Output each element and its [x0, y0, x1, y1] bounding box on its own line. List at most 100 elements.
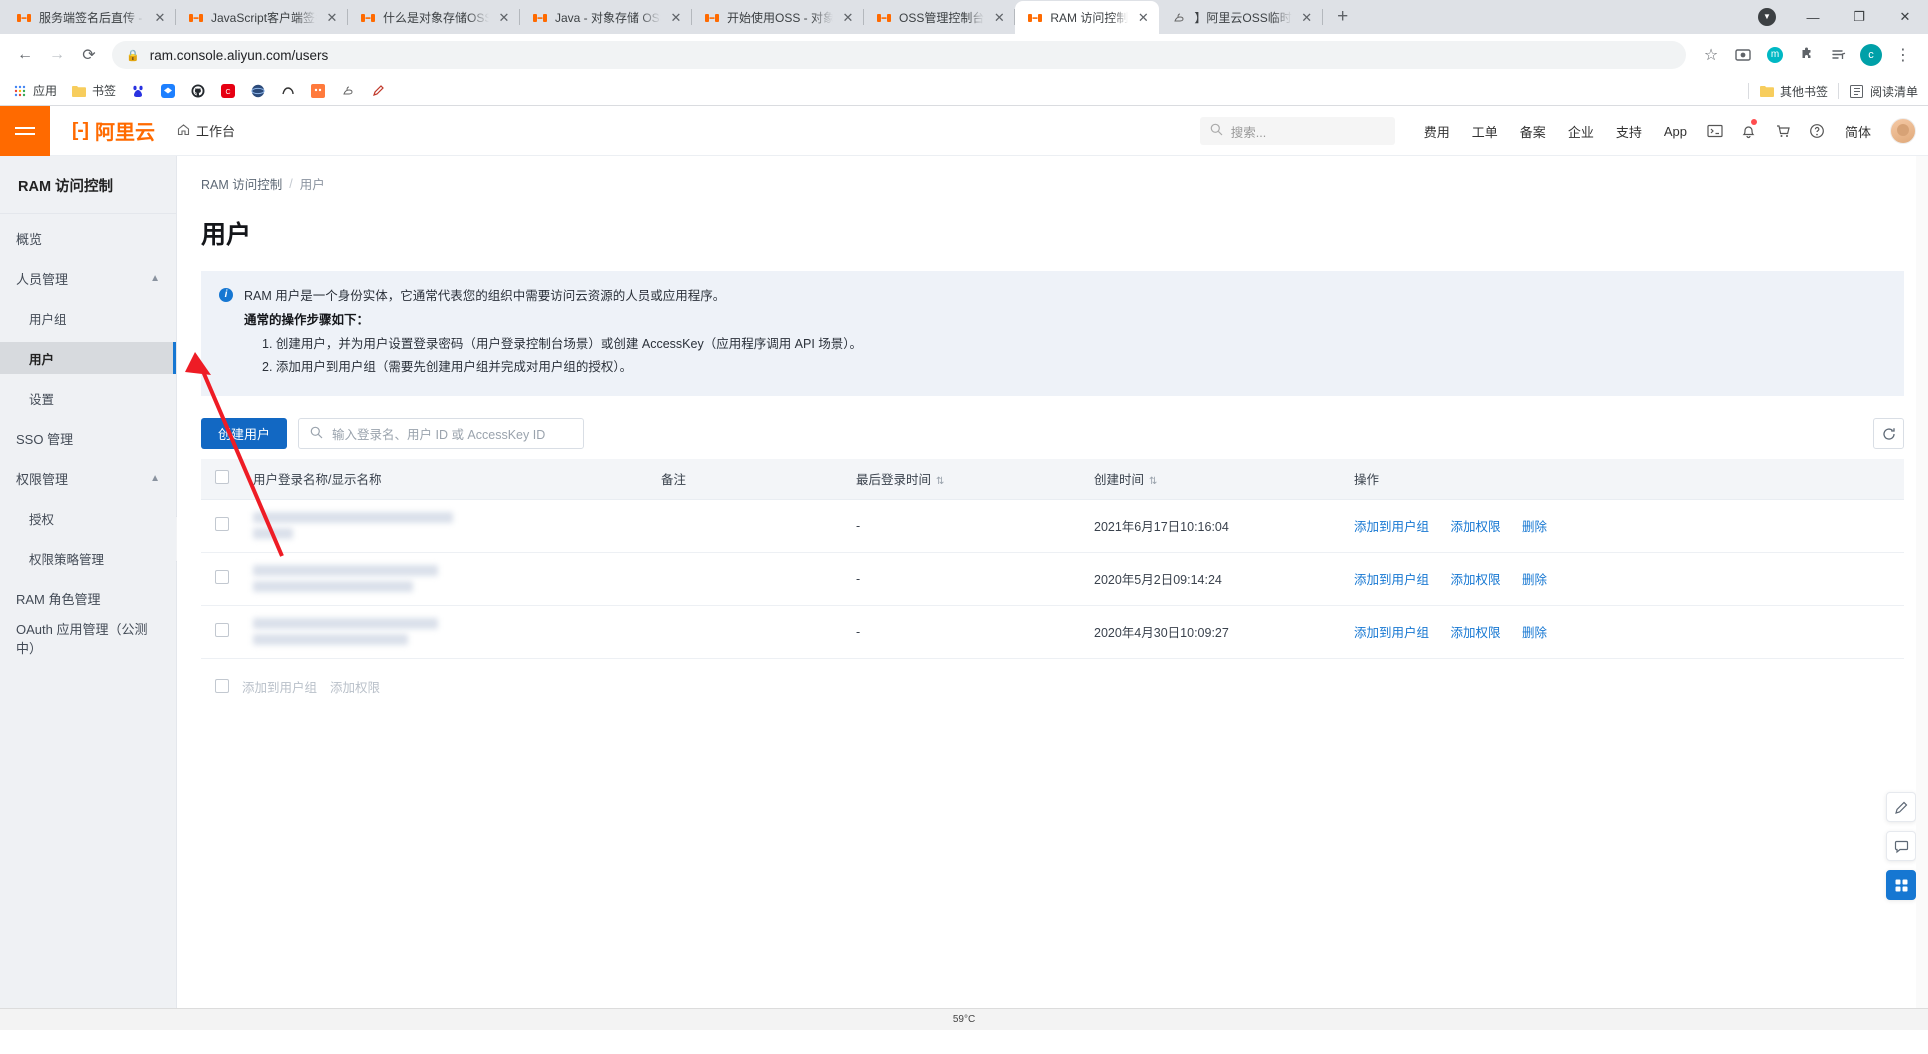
- nav-link-icp[interactable]: 备案: [1509, 122, 1557, 141]
- nav-link-fee[interactable]: 费用: [1413, 122, 1461, 141]
- browser-tab-active[interactable]: RAM 访问控制 ✕: [1015, 1, 1160, 34]
- sidebar-item-ram-roles[interactable]: RAM 角色管理: [0, 582, 176, 614]
- row-checkbox[interactable]: [215, 517, 229, 531]
- tab-search-icon[interactable]: ▼: [1744, 0, 1790, 34]
- sort-updown-icon[interactable]: ⇅: [936, 476, 944, 487]
- help-icon[interactable]: [1800, 106, 1834, 156]
- browser-tab[interactable]: JavaScript客户端签名直传 ✕: [176, 1, 348, 34]
- tab-close-icon[interactable]: ✕: [152, 10, 168, 26]
- bulk-select-checkbox[interactable]: [215, 679, 229, 693]
- reading-list-button[interactable]: 阅读清单: [1849, 83, 1918, 100]
- browser-tab[interactable]: 服务端签名后直传 - 对象存 ✕: [4, 1, 176, 34]
- minimize-button[interactable]: —: [1790, 0, 1836, 34]
- address-bar[interactable]: 🔒 ram.console.aliyun.com/users: [112, 41, 1686, 69]
- sidebar-item-user-groups[interactable]: 用户组: [0, 302, 176, 334]
- nav-link-enterprise[interactable]: 企业: [1557, 122, 1605, 141]
- bookmark-item-pen[interactable]: [370, 83, 386, 99]
- avatar[interactable]: [1890, 118, 1916, 144]
- other-bookmarks-button[interactable]: 其他书签: [1759, 83, 1828, 100]
- add-permission-link[interactable]: 添加权限: [1451, 573, 1501, 587]
- user-search-input[interactable]: 输入登录名、用户 ID 或 AccessKey ID: [298, 418, 585, 449]
- extension-m-icon[interactable]: m: [1760, 40, 1790, 70]
- forward-icon[interactable]: →: [42, 40, 72, 70]
- new-tab-button[interactable]: +: [1329, 3, 1357, 31]
- add-to-group-link[interactable]: 添加到用户组: [1354, 626, 1429, 640]
- sort-updown-icon[interactable]: ⇅: [1149, 476, 1157, 487]
- tab-close-icon[interactable]: ✕: [991, 10, 1007, 26]
- breadcrumb-root[interactable]: RAM 访问控制: [201, 174, 282, 193]
- nav-link-app[interactable]: App: [1653, 124, 1698, 139]
- select-all-checkbox[interactable]: [215, 470, 229, 485]
- workbench-link[interactable]: 工作台: [177, 121, 235, 140]
- bookmark-item-juejin[interactable]: [160, 83, 176, 99]
- row-checkbox[interactable]: [215, 570, 229, 584]
- language-switcher[interactable]: 简体: [1834, 122, 1882, 141]
- add-permission-link[interactable]: 添加权限: [1451, 520, 1501, 534]
- sidebar-item-people-management[interactable]: 人员管理 ▲: [0, 262, 176, 294]
- sidebar-item-settings[interactable]: 设置: [0, 382, 176, 414]
- browser-tab[interactable]: 】阿里云OSS临时 ✕: [1159, 1, 1324, 34]
- sidebar-item-users[interactable]: 用户: [0, 342, 176, 374]
- chat-icon[interactable]: [1886, 831, 1916, 861]
- refresh-icon[interactable]: [1873, 418, 1904, 449]
- menu-hamburger-icon[interactable]: [0, 105, 50, 156]
- sidebar-item-grants[interactable]: 授权: [0, 502, 176, 534]
- add-to-group-link[interactable]: 添加到用户组: [1354, 573, 1429, 587]
- tab-close-icon[interactable]: ✕: [1299, 10, 1315, 26]
- delete-link[interactable]: 删除: [1522, 520, 1547, 534]
- tab-close-icon[interactable]: ✕: [324, 10, 340, 26]
- delete-link[interactable]: 删除: [1522, 626, 1547, 640]
- browser-tab[interactable]: OSS管理控制台 ✕: [864, 1, 1016, 34]
- tab-close-icon[interactable]: ✕: [496, 10, 512, 26]
- profile-avatar[interactable]: c: [1856, 40, 1886, 70]
- bookmark-item-rabbit[interactable]: [340, 83, 356, 99]
- terminal-icon[interactable]: [1698, 106, 1732, 156]
- reload-icon[interactable]: ⟳: [74, 40, 104, 70]
- apps-grid-icon[interactable]: [1886, 870, 1916, 900]
- delete-link[interactable]: 删除: [1522, 573, 1547, 587]
- nav-link-ticket[interactable]: 工单: [1461, 122, 1509, 141]
- bookmark-star-icon[interactable]: ☆: [1696, 40, 1726, 70]
- close-window-button[interactable]: ✕: [1882, 0, 1928, 34]
- bell-icon[interactable]: [1732, 106, 1766, 156]
- tab-close-icon[interactable]: ✕: [668, 10, 684, 26]
- nav-link-support[interactable]: 支持: [1605, 122, 1653, 141]
- sidebar-item-oauth-apps[interactable]: OAuth 应用管理（公测中）: [0, 622, 176, 656]
- bookmark-item-globe[interactable]: [250, 83, 266, 99]
- extension-media-icon[interactable]: [1728, 40, 1758, 70]
- column-header-last-login[interactable]: 最后登录时间 ⇅: [848, 459, 1086, 500]
- bookmark-item-github[interactable]: [190, 83, 206, 99]
- add-permission-link[interactable]: 添加权限: [1451, 626, 1501, 640]
- bookmark-item-orange[interactable]: [310, 83, 326, 99]
- aliyun-logo[interactable]: [-] 阿里云: [72, 116, 155, 145]
- bookmark-item-folder[interactable]: 书签: [71, 82, 116, 99]
- browser-tab[interactable]: Java - 对象存储 OSS - 阿里 ✕: [520, 1, 692, 34]
- row-checkbox[interactable]: [215, 623, 229, 637]
- sidebar-item-overview[interactable]: 概览: [0, 222, 176, 254]
- create-user-button[interactable]: 创建用户: [201, 418, 288, 449]
- maximize-button[interactable]: ❐: [1836, 0, 1882, 34]
- bookmark-item-apps[interactable]: 应用: [12, 82, 57, 99]
- chrome-menu-icon[interactable]: ⋮: [1888, 40, 1918, 70]
- bulk-add-permission-button[interactable]: 添加权限: [330, 677, 380, 696]
- bookmark-item-segmentfault[interactable]: [280, 83, 296, 99]
- back-icon[interactable]: ←: [10, 40, 40, 70]
- tab-close-icon[interactable]: ✕: [1135, 10, 1151, 26]
- sidebar-item-sso[interactable]: SSO 管理: [0, 422, 176, 454]
- playlist-icon[interactable]: [1824, 40, 1854, 70]
- global-search-input[interactable]: 搜索...: [1199, 117, 1395, 145]
- page-scrollbar[interactable]: [1916, 156, 1928, 1030]
- browser-tab[interactable]: 开始使用OSS - 对象存储 O ✕: [692, 1, 864, 34]
- extensions-puzzle-icon[interactable]: [1792, 40, 1822, 70]
- cart-icon[interactable]: [1766, 106, 1800, 156]
- browser-tab[interactable]: 什么是对象存储OSS - 对象 ✕: [348, 1, 520, 34]
- add-to-group-link[interactable]: 添加到用户组: [1354, 520, 1429, 534]
- sidebar-item-policy-management[interactable]: 权限策略管理: [0, 542, 176, 574]
- column-header-created[interactable]: 创建时间 ⇅: [1086, 459, 1346, 500]
- bookmark-item-baidu[interactable]: [130, 83, 146, 99]
- feedback-pen-icon[interactable]: [1886, 792, 1916, 822]
- bookmark-item-csdn[interactable]: C: [220, 83, 236, 99]
- sidebar-item-permission-management[interactable]: 权限管理 ▲: [0, 462, 176, 494]
- bulk-add-to-group-button[interactable]: 添加到用户组: [242, 677, 317, 696]
- tab-close-icon[interactable]: ✕: [840, 10, 856, 26]
